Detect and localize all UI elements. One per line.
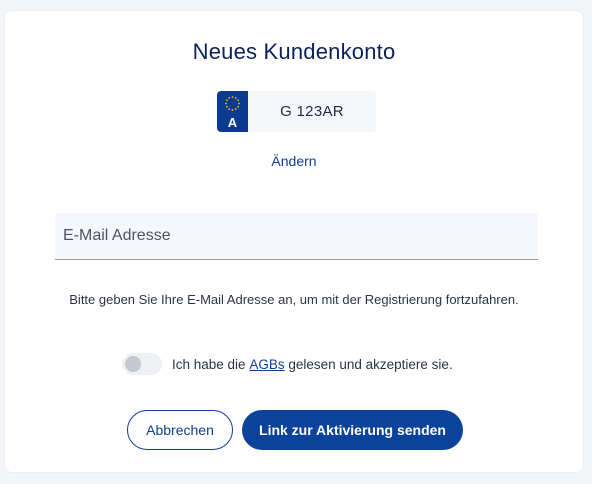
agb-consent-row: Ich habe die AGBs gelesen und akzeptiere… [122,353,453,375]
agb-text-after: gelesen und akzeptiere sie. [284,356,453,372]
registration-card: Neues Kundenkonto A G 123AR Ändern E-Mai… [4,10,584,473]
agb-text-before: Ich habe die [172,356,250,372]
agb-link[interactable]: AGBs [249,357,284,372]
send-activation-link-button[interactable]: Link zur Aktivierung senden [242,410,463,450]
cancel-button[interactable]: Abbrechen [127,410,233,450]
plate-country-code: A [227,115,238,130]
eu-stars-icon [225,96,240,111]
action-buttons: Abbrechen Link zur Aktivierung senden [127,410,463,450]
agb-toggle[interactable] [122,353,162,375]
plate-number: G 123AR [280,103,344,120]
change-plate-link[interactable]: Ändern [5,153,583,169]
hint-text: Bitte geben Sie Ihre E-Mail Adresse an, … [69,292,519,307]
license-plate: A G 123AR [217,91,376,132]
email-field[interactable] [55,213,538,260]
toggle-knob [125,356,141,372]
plate-country-band: A [217,91,248,132]
page-title: Neues Kundenkonto [192,39,396,64]
email-input[interactable] [55,213,538,259]
